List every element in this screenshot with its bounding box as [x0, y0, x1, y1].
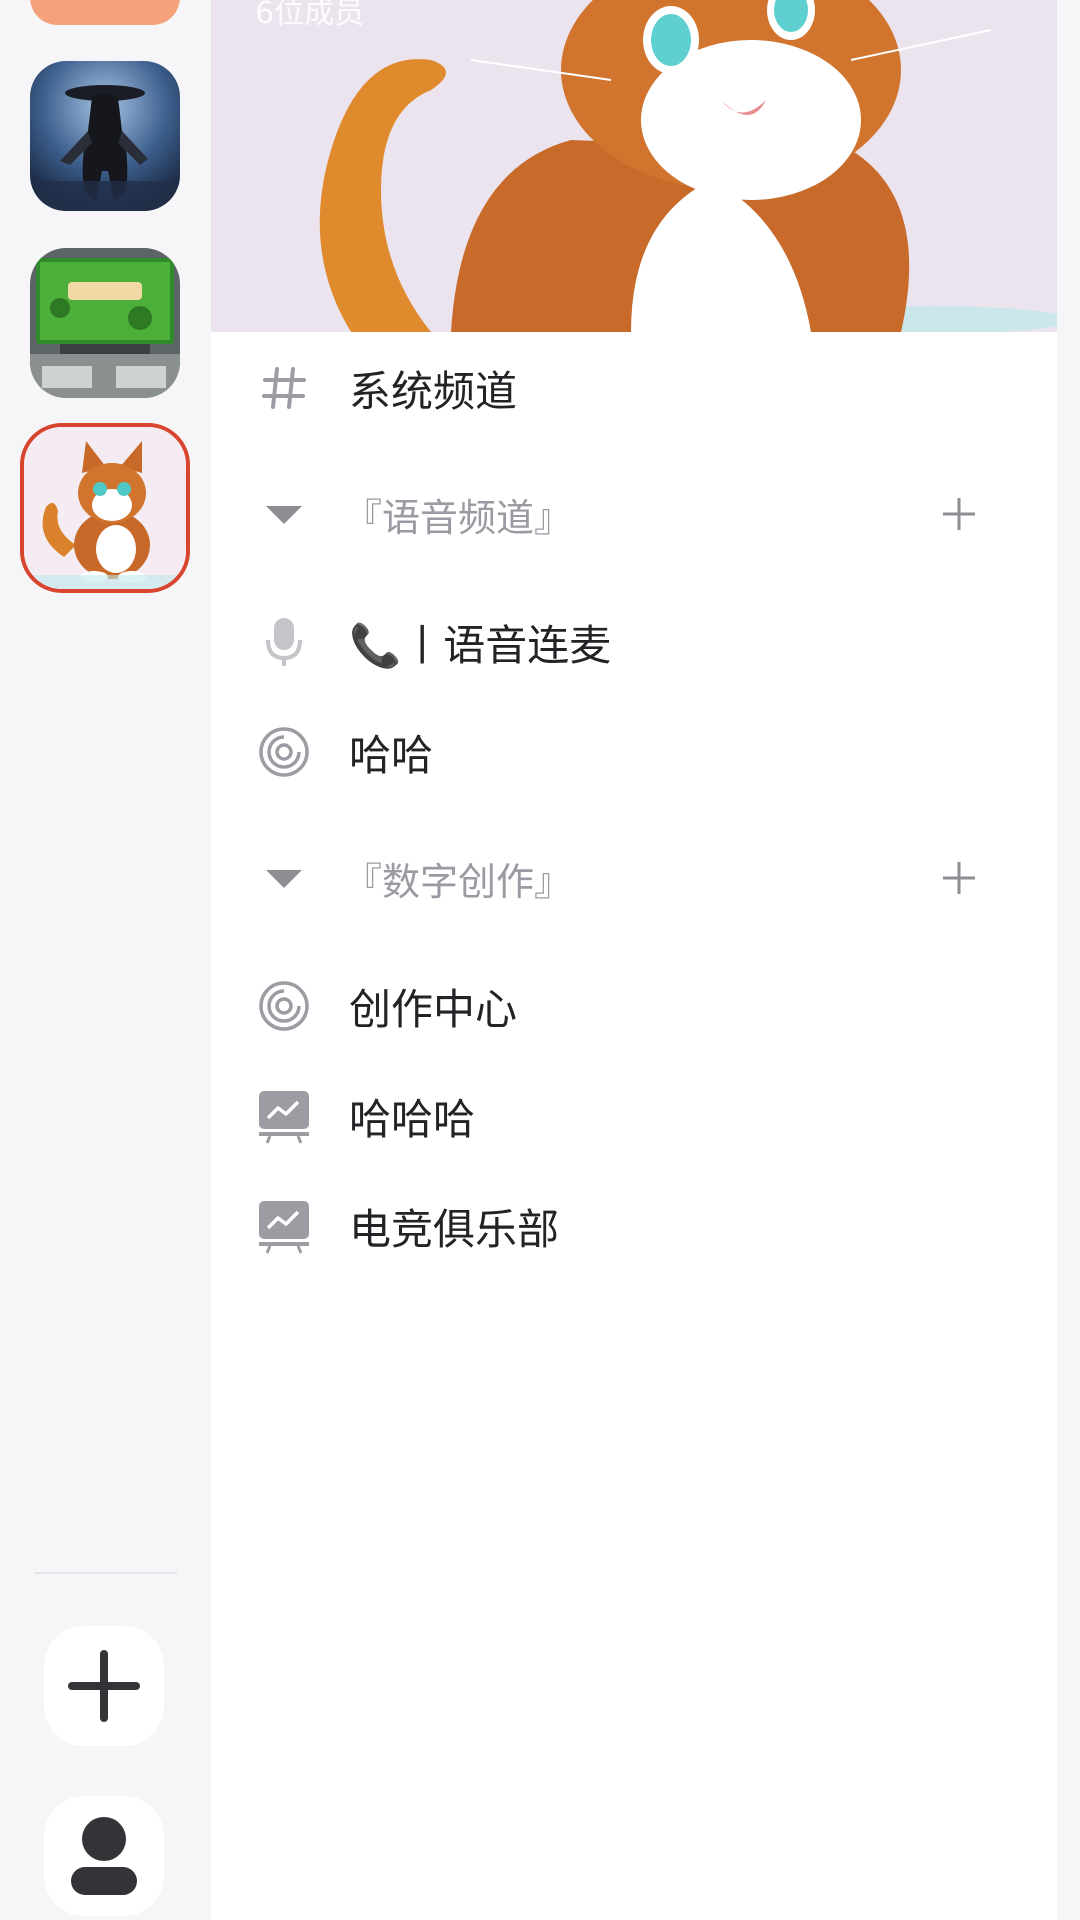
dark-warrior-image [30, 61, 180, 211]
add-channel-plus-icon[interactable] [931, 850, 987, 906]
category-label: 『数字创作』 [344, 859, 573, 904]
microphone-icon [256, 614, 312, 670]
rail-divider [35, 1572, 177, 1574]
channel-label: 哈哈哈 [349, 1094, 476, 1144]
channel-label: 创作中心 [349, 984, 518, 1034]
broadcast-icon [256, 724, 312, 780]
profile-button[interactable] [44, 1796, 164, 1916]
server-icon-partial[interactable] [30, 0, 180, 25]
channel-label: 哈哈 [349, 730, 434, 780]
server-icon-cat-active[interactable] [20, 423, 190, 593]
user-icon [71, 1817, 137, 1895]
channel-item-system[interactable]: 系统频道 [211, 338, 1057, 438]
chevron-down-icon [256, 850, 312, 906]
presentation-board-icon [256, 1198, 312, 1254]
server-icon-dark-warrior[interactable] [30, 61, 180, 211]
channel-item-creation-center[interactable]: 创作中心 [211, 956, 1057, 1056]
cat-banner-image [211, 0, 1057, 332]
channel-label: 📞丨语音连麦 [349, 620, 612, 670]
server-icon-tv-game[interactable] [30, 248, 180, 398]
channel-label: 系统频道 [349, 366, 518, 416]
add-channel-plus-icon[interactable] [931, 486, 987, 542]
channel-item-hahaha[interactable]: 哈哈哈 [211, 1066, 1057, 1166]
member-count: 6位成员 [255, 0, 365, 31]
server-rail [0, 0, 211, 1920]
add-server-button[interactable] [44, 1626, 164, 1746]
channel-item-haha[interactable]: 哈哈 [211, 702, 1057, 802]
presentation-board-icon [256, 1088, 312, 1144]
channel-item-voice-call[interactable]: 📞丨语音连麦 [211, 592, 1057, 692]
channel-panel: 6位成员 系统频道 『语音频道』 📞丨语音连麦 哈哈 『数字创作』 创作中心 哈… [211, 0, 1057, 1920]
tv-game-image [30, 248, 180, 398]
broadcast-icon [256, 978, 312, 1034]
plus-icon [68, 1650, 140, 1722]
category-digital-header[interactable]: 『数字创作』 [211, 828, 1057, 928]
category-voice-header[interactable]: 『语音频道』 [211, 464, 1057, 564]
channel-label: 电竞俱乐部 [349, 1204, 560, 1254]
hash-icon [256, 360, 312, 416]
cat-server-image [24, 427, 186, 589]
server-banner: 6位成员 [211, 0, 1057, 332]
chevron-down-icon [256, 486, 312, 542]
category-label: 『语音频道』 [344, 495, 573, 540]
channel-item-esports-club[interactable]: 电竞俱乐部 [211, 1176, 1057, 1276]
